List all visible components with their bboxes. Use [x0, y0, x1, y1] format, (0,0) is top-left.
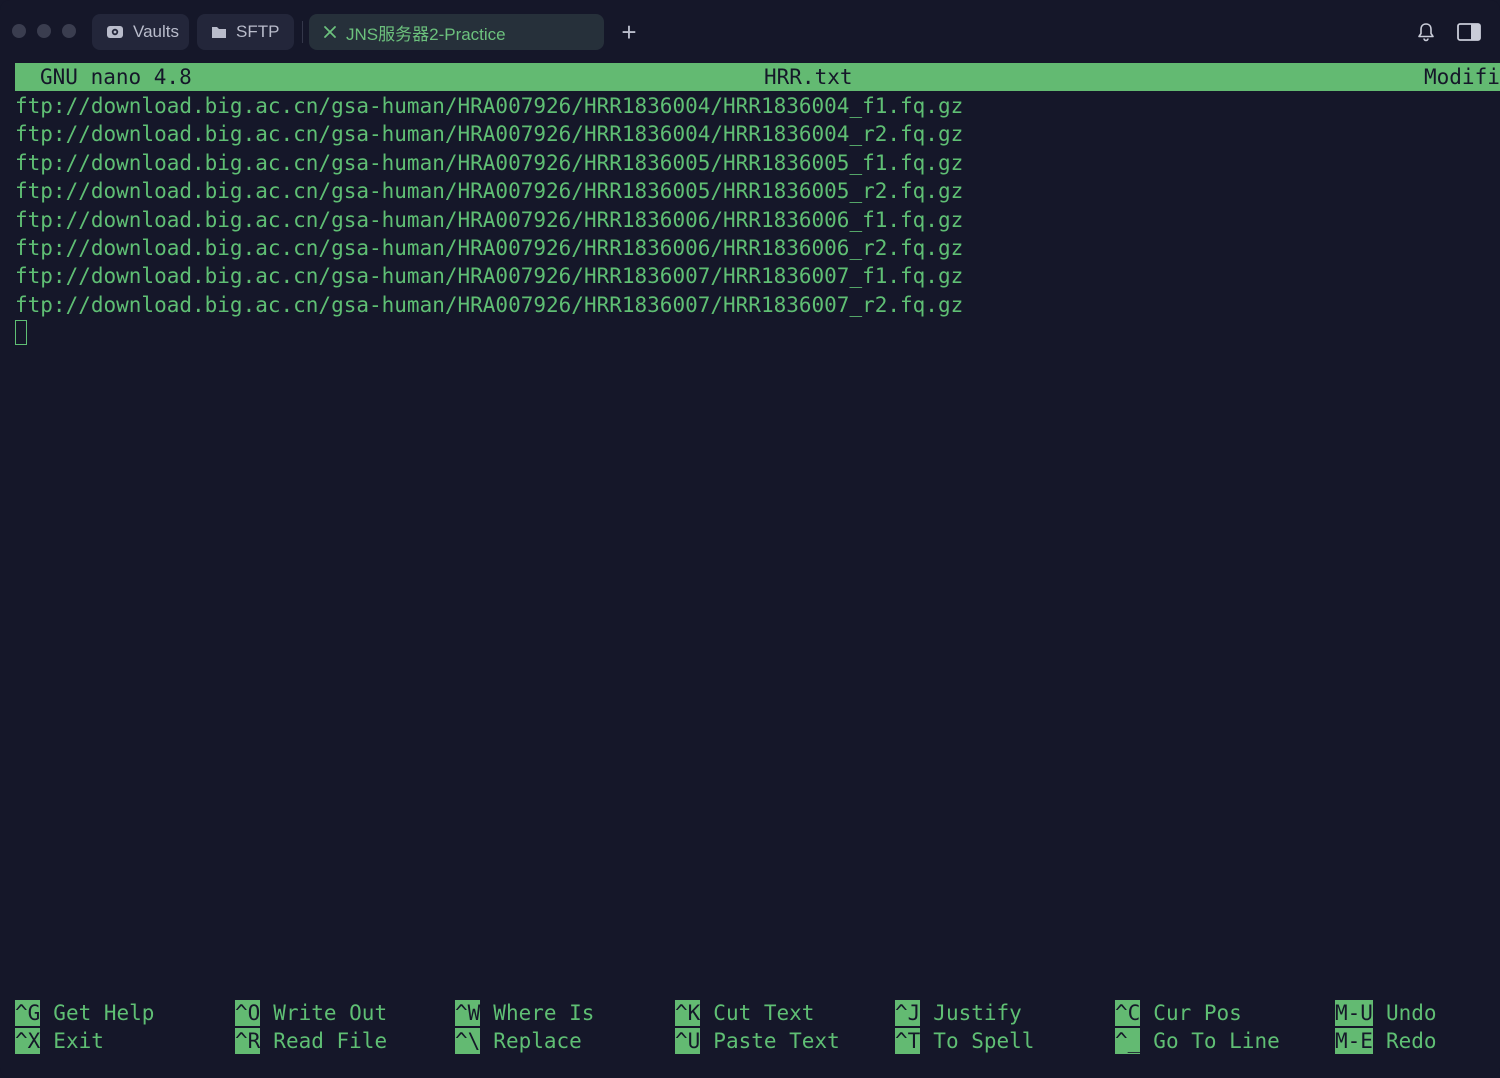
shortcut-get-help[interactable]: ^G Get Help — [15, 999, 154, 1027]
tab-label: Vaults — [133, 22, 179, 41]
sidebar-toggle-icon[interactable] — [1456, 21, 1482, 43]
shortcut-key: M-E — [1335, 1028, 1373, 1054]
nano-modified-status: Modifi — [1424, 65, 1500, 89]
shortcut-justify[interactable]: ^J Justify — [895, 999, 1022, 1027]
shortcut-label: Write Out — [273, 1001, 388, 1025]
nano-filename: HRR.txt — [764, 65, 853, 89]
tab-vaults[interactable]: Vaults — [92, 14, 189, 50]
shortcut-key: ^K — [675, 1000, 701, 1026]
tab-divider — [302, 21, 303, 43]
new-tab-button[interactable]: + — [618, 18, 640, 46]
shortcut-redo[interactable]: M-E Redo — [1335, 1027, 1437, 1055]
shortcut-cut-text[interactable]: ^K Cut Text — [675, 999, 814, 1027]
bell-icon[interactable] — [1415, 21, 1437, 43]
shortcut-key: ^G — [15, 1000, 41, 1026]
shortcut-undo[interactable]: M-U Undo — [1335, 999, 1437, 1027]
shortcut-read-file[interactable]: ^R Read File — [235, 1027, 387, 1055]
shortcut-to-spell[interactable]: ^T To Spell — [895, 1027, 1034, 1055]
terminal-window: Vaults SFTP JNS服务器2-Practice + GNU nano … — [0, 0, 1500, 1078]
shortcut-write-out[interactable]: ^O Write Out — [235, 999, 387, 1027]
tab-sftp[interactable]: SFTP — [197, 14, 294, 50]
shortcut-replace[interactable]: ^\ Replace — [455, 1027, 582, 1055]
shortcut-label: Cut Text — [713, 1001, 815, 1025]
terminal-content[interactable]: GNU nano 4.8 HRR.txt Modifi ftp://downlo… — [0, 62, 1500, 1078]
shortcut-label: Paste Text — [713, 1029, 840, 1053]
shortcut-label: Get Help — [53, 1001, 155, 1025]
shortcut-label: Go To Line — [1153, 1029, 1280, 1053]
shortcut-label: Redo — [1385, 1029, 1437, 1053]
shortcut-key: M-U — [1335, 1000, 1373, 1026]
shortcut-key: ^O — [235, 1000, 261, 1026]
shortcut-label: Read File — [273, 1029, 388, 1053]
shortcut-key: ^U — [675, 1028, 701, 1054]
text-line[interactable]: ftp://download.big.ac.cn/gsa-human/HRA00… — [15, 177, 963, 205]
shortcut-cur-pos[interactable]: ^C Cur Pos — [1115, 999, 1242, 1027]
text-line[interactable]: ftp://download.big.ac.cn/gsa-human/HRA00… — [15, 92, 963, 120]
close-icon[interactable] — [323, 25, 337, 39]
text-cursor — [15, 320, 27, 345]
tab-label: SFTP — [236, 22, 280, 41]
shortcut-key: ^R — [235, 1028, 261, 1054]
shortcut-label: Justify — [933, 1001, 1022, 1025]
shortcut-label: Where Is — [493, 1001, 595, 1025]
shortcut-go-to-line[interactable]: ^_ Go To Line — [1115, 1027, 1280, 1055]
shortcut-key: ^X — [15, 1028, 41, 1054]
text-line[interactable]: ftp://download.big.ac.cn/gsa-human/HRA00… — [15, 291, 963, 319]
text-line[interactable]: ftp://download.big.ac.cn/gsa-human/HRA00… — [15, 120, 963, 148]
text-line[interactable]: ftp://download.big.ac.cn/gsa-human/HRA00… — [15, 149, 963, 177]
window-minimize-button[interactable] — [37, 24, 51, 38]
shortcut-key: ^\ — [455, 1028, 481, 1054]
title-bar: Vaults SFTP JNS服务器2-Practice + — [0, 0, 1500, 62]
window-zoom-button[interactable] — [62, 24, 76, 38]
shortcut-key: ^W — [455, 1000, 481, 1026]
shortcut-where-is[interactable]: ^W Where Is — [455, 999, 594, 1027]
shortcut-exit[interactable]: ^X Exit — [15, 1027, 104, 1055]
shortcut-key: ^_ — [1115, 1028, 1141, 1054]
shortcut-label: Undo — [1385, 1001, 1437, 1025]
text-line[interactable]: ftp://download.big.ac.cn/gsa-human/HRA00… — [15, 262, 963, 290]
tab-jns-server-practice[interactable]: JNS服务器2-Practice — [309, 14, 604, 50]
tab-label: JNS服务器2-Practice — [346, 24, 506, 44]
shortcut-label: Exit — [53, 1029, 104, 1053]
nano-version: GNU nano 4.8 — [40, 65, 192, 89]
shortcut-paste-text[interactable]: ^U Paste Text — [675, 1027, 840, 1055]
text-line[interactable]: ftp://download.big.ac.cn/gsa-human/HRA00… — [15, 234, 963, 262]
shortcut-label: Replace — [493, 1029, 582, 1053]
shortcut-key: ^T — [895, 1028, 921, 1054]
folder-icon — [211, 25, 227, 39]
vault-icon — [106, 24, 124, 40]
nano-title-bar: GNU nano 4.8 HRR.txt Modifi — [15, 63, 1500, 91]
shortcut-key: ^C — [1115, 1000, 1141, 1026]
text-line[interactable]: ftp://download.big.ac.cn/gsa-human/HRA00… — [15, 206, 963, 234]
shortcut-key: ^J — [895, 1000, 921, 1026]
shortcut-label: Cur Pos — [1153, 1001, 1242, 1025]
shortcut-label: To Spell — [933, 1029, 1035, 1053]
window-close-button[interactable] — [12, 24, 26, 38]
